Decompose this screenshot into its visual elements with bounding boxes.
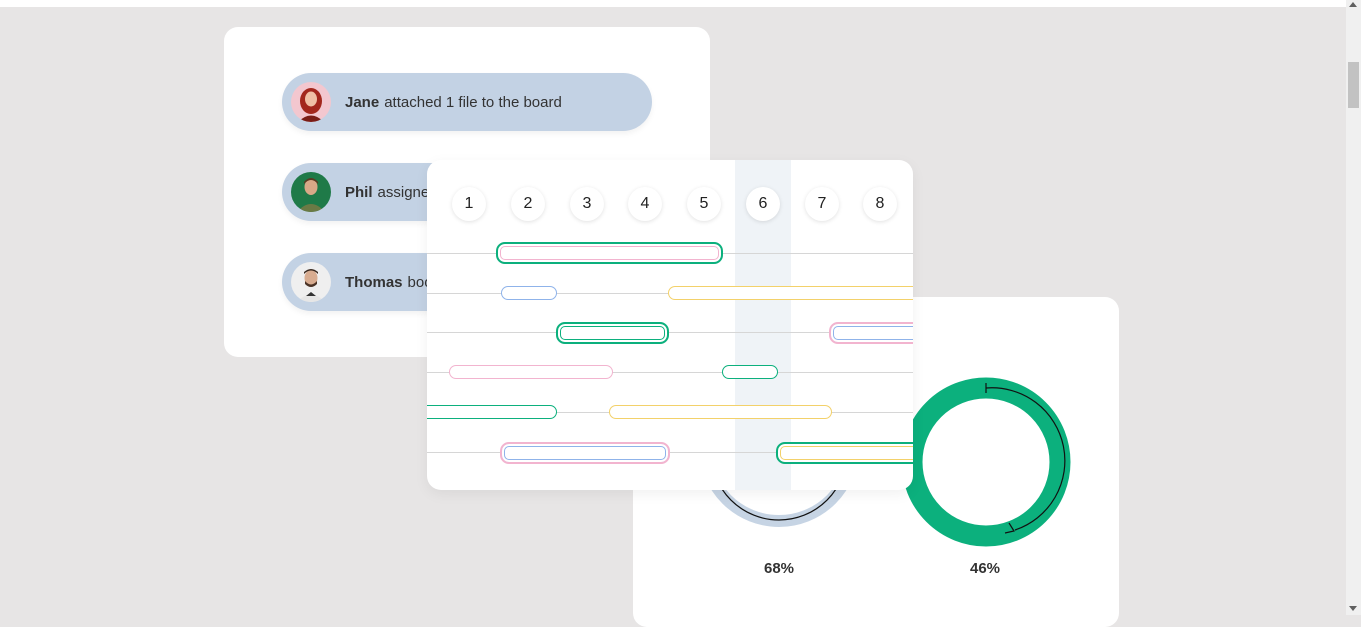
gantt-task-bar[interactable] <box>609 405 832 419</box>
gantt-card: 1 2 3 4 5 6 7 8 <box>427 160 913 490</box>
progress-ring-right <box>901 377 1071 547</box>
gantt-task-bar[interactable] <box>776 442 913 464</box>
gantt-task-bar[interactable] <box>427 405 557 419</box>
gantt-task-bar[interactable] <box>449 365 613 379</box>
avatar-thomas <box>291 262 331 302</box>
day-7[interactable]: 7 <box>805 187 839 221</box>
progress-left-label: 68% <box>763 560 795 577</box>
day-6[interactable]: 6 <box>746 187 780 221</box>
activity-user-name: Thomas <box>345 273 403 291</box>
gantt-task-bar[interactable] <box>496 242 723 264</box>
scroll-up-icon[interactable] <box>1349 2 1357 7</box>
day-3[interactable]: 3 <box>570 187 604 221</box>
day-1[interactable]: 1 <box>452 187 486 221</box>
gantt-task-bar[interactable] <box>668 286 913 300</box>
activity-item-jane[interactable]: Jane attached 1 file to the board <box>282 73 652 131</box>
gantt-task-bar[interactable] <box>829 322 913 344</box>
scroll-down-icon[interactable] <box>1349 606 1357 611</box>
browser-top-strip <box>0 0 1346 7</box>
progress-right-label: 46% <box>969 560 1001 577</box>
avatar-jane <box>291 82 331 122</box>
day-5[interactable]: 5 <box>687 187 721 221</box>
activity-user-name: Jane <box>345 93 380 111</box>
day-4[interactable]: 4 <box>628 187 662 221</box>
page-scrollbar[interactable] <box>1346 0 1361 615</box>
day-8[interactable]: 8 <box>863 187 897 221</box>
avatar-phil <box>291 172 331 212</box>
day-2[interactable]: 2 <box>511 187 545 221</box>
gantt-task-bar[interactable] <box>500 442 670 464</box>
gantt-task-bar[interactable] <box>501 286 557 300</box>
activity-user-name: Phil <box>345 183 373 201</box>
gantt-task-bar[interactable] <box>722 365 778 379</box>
activity-text: attached 1 file to the board <box>384 93 562 111</box>
gantt-task-bar[interactable] <box>556 322 669 344</box>
scroll-thumb[interactable] <box>1348 62 1359 108</box>
